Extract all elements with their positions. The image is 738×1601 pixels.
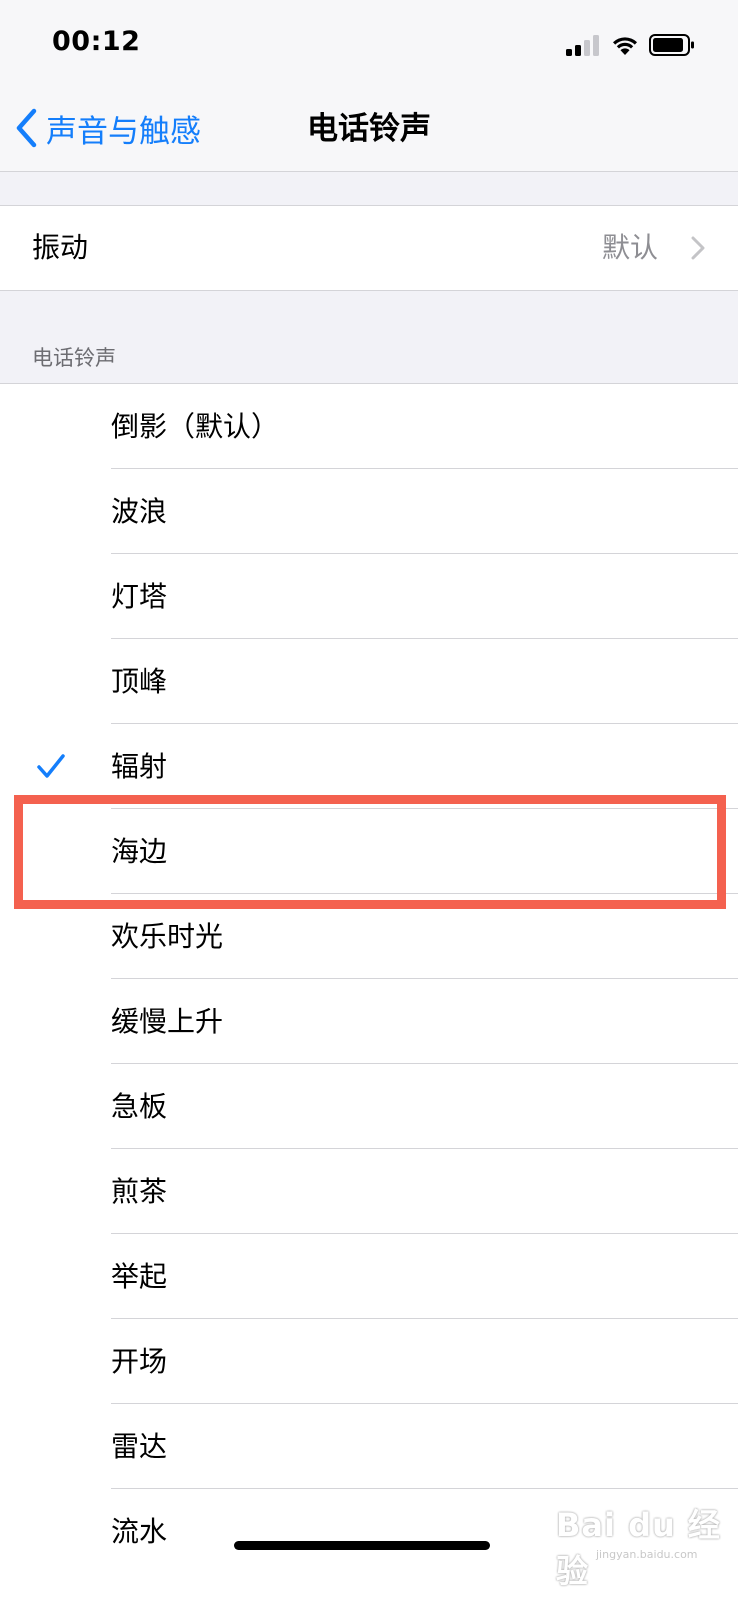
ringtone-row[interactable]: 缓慢上升	[0, 979, 738, 1064]
watermark-url: jingyan.baidu.com	[596, 1548, 698, 1561]
watermark-logo: Bai du 经验	[556, 1506, 721, 1590]
section-header: 电话铃声	[32, 346, 116, 370]
ringtone-label: 灯塔	[111, 580, 168, 613]
chevron-left-icon	[16, 108, 37, 148]
ringtone-label: 倒影（默认）	[111, 410, 280, 443]
navigation-bar: 声音与触感 电话铃声	[0, 90, 738, 172]
ringtone-label: 开场	[111, 1345, 168, 1378]
status-time: 00:12	[52, 26, 141, 57]
ringtone-label: 举起	[111, 1260, 168, 1293]
ringtone-row[interactable]: 倒影（默认）	[0, 384, 738, 469]
checkmark-icon	[37, 754, 65, 778]
ringtone-row[interactable]: 灯塔	[0, 554, 738, 639]
vibration-value: 默认	[601, 231, 658, 264]
ringtone-row[interactable]: 急板	[0, 1064, 738, 1149]
ringtone-row-selected[interactable]: 辐射	[0, 724, 738, 809]
ringtone-label: 流水	[111, 1515, 168, 1548]
battery-icon	[649, 34, 694, 56]
wifi-icon	[613, 37, 637, 55]
home-indicator[interactable]	[234, 1541, 490, 1550]
ringtone-row[interactable]: 欢乐时光	[0, 894, 738, 979]
back-button-label: 声音与触感	[46, 113, 201, 150]
cellular-signal-icon	[566, 34, 602, 56]
ringtone-label: 波浪	[111, 495, 168, 528]
chevron-right-icon	[691, 236, 705, 260]
ringtone-label: 缓慢上升	[111, 1005, 224, 1038]
ringtone-label: 海边	[111, 835, 168, 868]
ringtone-row[interactable]: 煎茶	[0, 1149, 738, 1234]
ringtone-row[interactable]: 顶峰	[0, 639, 738, 724]
back-button[interactable]: 声音与触感	[14, 100, 201, 156]
ringtone-list: 倒影（默认） 波浪 灯塔 顶峰 辐射 海边 欢乐时光 缓慢上升 急板 煎茶 举起…	[0, 383, 738, 1601]
ringtone-label: 欢乐时光	[111, 920, 224, 953]
ringtone-row[interactable]: 波浪	[0, 469, 738, 554]
ringtone-label: 急板	[111, 1090, 168, 1123]
ringtone-row[interactable]: 雷达	[0, 1404, 738, 1489]
vibration-row[interactable]: 振动 默认	[0, 205, 738, 291]
ringtone-row[interactable]: 开场	[0, 1319, 738, 1404]
status-bar: 00:12	[0, 0, 738, 90]
vibration-label: 振动	[32, 231, 89, 264]
ringtone-label: 雷达	[111, 1430, 168, 1463]
ringtone-label: 辐射	[111, 750, 168, 783]
ringtone-label: 煎茶	[111, 1175, 168, 1208]
ringtone-row-highlighted[interactable]: 海边	[0, 809, 738, 894]
ringtone-row[interactable]: 举起	[0, 1234, 738, 1319]
ringtone-label: 顶峰	[111, 665, 168, 698]
